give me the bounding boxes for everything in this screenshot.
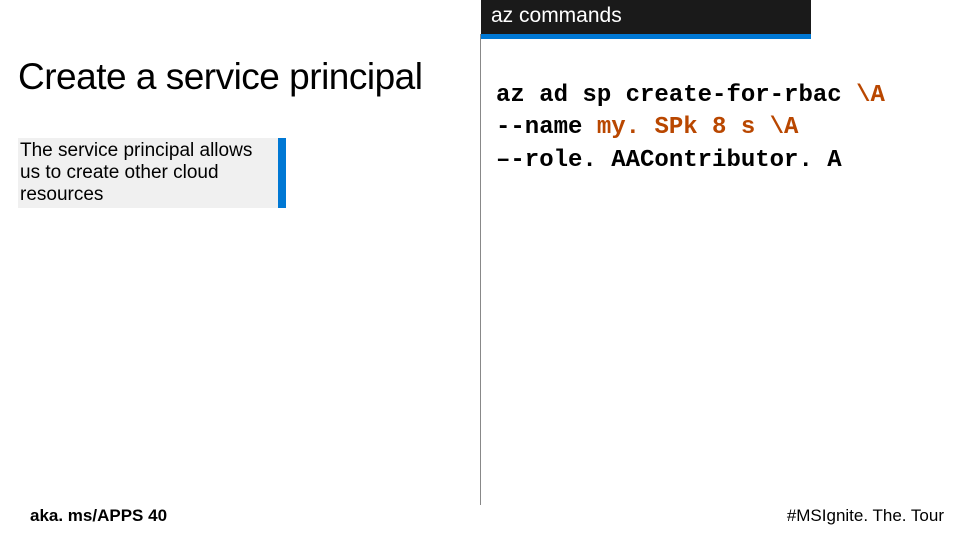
- code-line2a: --name: [496, 114, 597, 141]
- commands-header: az commands: [481, 0, 811, 34]
- slide: az commands Create a service principal T…: [0, 0, 960, 540]
- column-divider: [480, 34, 481, 505]
- page-title: Create a service principal: [18, 56, 422, 98]
- callout-text: The service principal allows us to creat…: [20, 140, 252, 205]
- code-block: az ad sp create-for-rbac \A --name my. S…: [496, 80, 936, 177]
- commands-header-underline: [481, 34, 811, 39]
- commands-header-label: az commands: [491, 4, 622, 27]
- code-line2-cont: \A: [770, 114, 799, 141]
- code-line1a: az ad sp create-for-rbac: [496, 82, 856, 109]
- footer-link: aka. ms/APPS 40: [30, 506, 167, 526]
- code-line3: –-role. AAContributor. A: [496, 147, 842, 174]
- footer-hashtag: #MSIgnite. The. Tour: [787, 506, 944, 526]
- callout-box: The service principal allows us to creat…: [18, 138, 286, 208]
- code-line1-cont: \A: [856, 82, 885, 109]
- code-sp-name: my. SPk 8 s: [597, 114, 770, 141]
